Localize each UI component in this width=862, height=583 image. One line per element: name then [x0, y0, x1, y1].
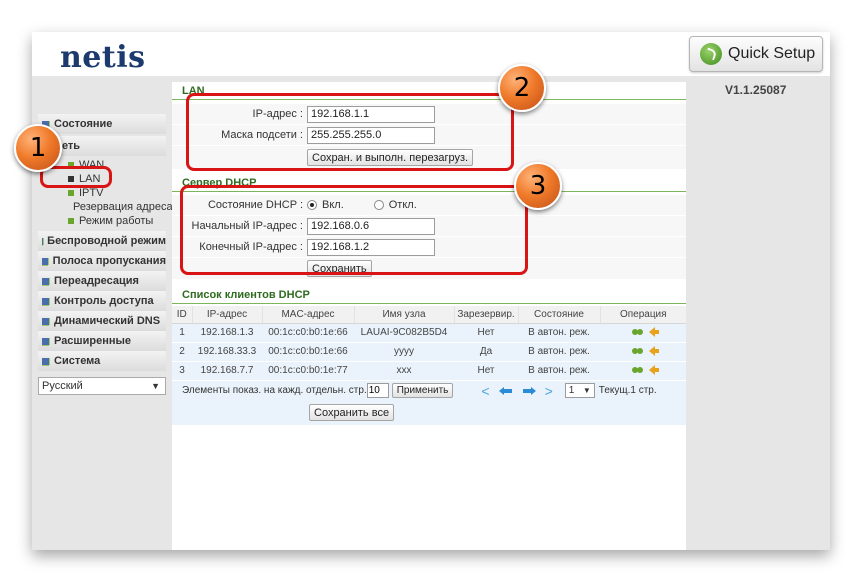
chevron-right-icon[interactable]: >: [545, 383, 553, 399]
col-mac: MAC-адрес: [262, 306, 355, 324]
sidebar-subitem-operation-mode[interactable]: Режим работы: [38, 214, 166, 228]
save-all-row: Сохранить все: [172, 400, 686, 425]
key-icon[interactable]: [631, 367, 644, 373]
sidebar-subitem-iptv[interactable]: IPTV: [38, 186, 166, 200]
key-icon[interactable]: [631, 348, 644, 354]
highlight-box-lan: [40, 166, 112, 188]
sidebar-item-system[interactable]: Система: [38, 351, 166, 371]
col-id: ID: [172, 306, 193, 324]
step-badge-1: 1: [14, 124, 62, 172]
sidebar-item-bandwidth[interactable]: Полоса пропускания: [38, 251, 166, 271]
table-row: 2 192.168.33.3 00:1c:c0:b0:1e:66 yyyy Да…: [172, 342, 686, 362]
sidebar-item-forwarding[interactable]: Переадресация: [38, 271, 166, 291]
quick-setup-label: Quick Setup: [728, 45, 816, 62]
menu-square-icon: [42, 337, 49, 345]
sidebar-item-wireless[interactable]: Беспроводной режим: [38, 231, 166, 251]
sidebar-subitem-address-reservation[interactable]: Резервация адреса: [38, 200, 173, 214]
key-icon[interactable]: [631, 329, 644, 335]
refresh-arrow-icon: [700, 43, 722, 65]
chevron-down-icon: ▼: [582, 386, 591, 395]
arrow-left-icon[interactable]: [648, 346, 659, 356]
menu-square-icon: [42, 317, 49, 325]
per-page-input[interactable]: [366, 383, 389, 398]
sidebar-item-ddns[interactable]: Динамический DNS: [38, 311, 166, 331]
menu-square-icon: [42, 257, 48, 265]
save-all-button[interactable]: Сохранить все: [309, 404, 395, 421]
bullet-icon: [68, 190, 74, 196]
netis-logo: netis: [60, 40, 146, 75]
sidebar-item-access-control[interactable]: Контроль доступа: [38, 291, 166, 311]
table-row: 3 192.168.7.7 00:1c:c0:b0:1e:77 xxx Нет …: [172, 361, 686, 381]
table-header-row: ID IP-адрес MAC-адрес Имя узла Зарезерви…: [172, 306, 686, 324]
clients-section-title: Список клиентов DHCP: [172, 286, 686, 304]
arrow-left-icon[interactable]: [648, 365, 659, 375]
arrow-right-icon[interactable]: [522, 386, 536, 395]
chevron-left-icon[interactable]: <: [481, 383, 489, 399]
highlight-box-dhcp-settings: [180, 185, 528, 275]
dhcp-clients-table: ID IP-адрес MAC-адрес Имя узла Зарезерви…: [172, 306, 686, 381]
col-reserved: Зарезервир.: [454, 306, 519, 324]
menu-square-icon: [42, 277, 49, 285]
per-page-label: Элементы показ. на кажд. отдельн. стр.: [182, 385, 367, 396]
arrow-left-icon[interactable]: [648, 327, 659, 337]
chevron-down-icon: ▼: [151, 381, 160, 391]
menu-square-icon: [42, 297, 49, 305]
col-ip: IP-адрес: [192, 306, 263, 324]
col-operation: Операция: [600, 306, 686, 324]
table-row: 1 192.168.1.3 00:1c:c0:b0:1e:66 LAUAI-9C…: [172, 323, 686, 343]
pagination-bar: Элементы показ. на кажд. отдельн. стр. П…: [172, 380, 686, 401]
step-badge-3: 3: [514, 162, 562, 210]
step-badge-2: 2: [498, 64, 546, 112]
language-select[interactable]: Русский ▼: [38, 377, 166, 395]
menu-square-icon: [42, 357, 49, 365]
col-state: Состояние: [518, 306, 601, 324]
col-hostname: Имя узла: [354, 306, 455, 324]
arrow-left-icon[interactable]: [498, 386, 513, 395]
top-bar: netis Quick Setup: [32, 32, 830, 76]
bullet-icon: [68, 218, 74, 224]
page-select[interactable]: 1 ▼: [564, 383, 595, 398]
quick-setup-button[interactable]: Quick Setup: [689, 36, 823, 72]
sidebar-item-advanced[interactable]: Расширенные: [38, 331, 166, 351]
highlight-box-lan-settings: [186, 93, 514, 171]
apply-button[interactable]: Применить: [391, 383, 454, 398]
current-page-label: Текущ.1 стр.: [598, 385, 657, 396]
sidebar-item-status[interactable]: Состояние: [38, 114, 166, 134]
firmware-version: V1.1.25087: [725, 83, 787, 97]
